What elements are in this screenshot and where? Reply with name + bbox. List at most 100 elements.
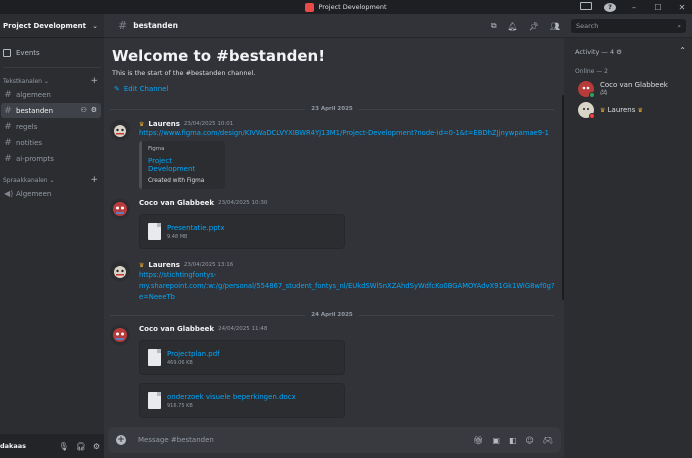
hash-icon: # [4, 121, 12, 132]
file-attachment[interactable]: onderzoek visuele beperkingen.docx 916.7… [139, 383, 345, 418]
avatar[interactable] [110, 325, 130, 345]
voice-channel-algemeen[interactable]: ◀) Algemeen [1, 186, 101, 201]
window-title-text: Project Development [318, 3, 387, 11]
title-bar: Project Development ? – ☐ ✕ [0, 0, 692, 14]
online-header: Online — 2 [575, 68, 608, 75]
server-header[interactable]: Project Development ⌄ [0, 14, 104, 38]
file-attachment[interactable]: Projectplan.pdf 469.06 KB [139, 340, 345, 375]
search-placeholder: Search [576, 22, 599, 30]
edit-channel-link[interactable]: ✎ Edit Channel [114, 85, 168, 93]
hash-icon: # [4, 153, 12, 164]
inbox-icon[interactable] [580, 2, 592, 12]
file-name[interactable]: Projectplan.pdf [167, 350, 220, 358]
channel-ai-prompts[interactable]: # ai-prompts [1, 151, 101, 166]
message-composer[interactable]: + Message #bestanden 🎁︎ ▣ ◧ ☺ 🎮︎ [108, 427, 561, 453]
chevron-down-icon: ⌄ [43, 77, 49, 85]
document-icon [148, 392, 161, 409]
category-text-channels[interactable]: Tekstkanalen ⌄ + [0, 76, 104, 86]
file-name[interactable]: onderzoek visuele beperkingen.docx [167, 393, 296, 401]
welcome-subtitle: This is the start of the #bestanden chan… [112, 69, 256, 77]
message-timestamp: 23/04/2025 13:16 [183, 262, 234, 268]
activity-icon: 🎮︎ [600, 89, 608, 96]
hash-icon: # [4, 89, 12, 100]
user-panel: dakaas 🎙︎ 🎧︎ ⚙ [0, 434, 104, 458]
close-button[interactable]: ✕ [676, 3, 688, 12]
bell-icon[interactable]: 🔔︎ [508, 22, 518, 31]
channel-label: bestanden [16, 106, 54, 115]
threads-icon[interactable]: ⧉ [491, 21, 497, 31]
activity-label: Activity — 4 [575, 48, 615, 56]
dnd-status-icon [589, 113, 595, 119]
microphone-icon[interactable]: 🎙︎ [59, 442, 69, 451]
headphones-icon[interactable]: 🎧︎ [76, 442, 86, 451]
edit-channel-label: Edit Channel [123, 85, 169, 93]
window-title: Project Development [305, 2, 387, 12]
chevron-up-icon[interactable]: ⌃ [679, 46, 686, 55]
message-author[interactable]: Coco van Glabbeek [139, 199, 214, 207]
document-icon [148, 349, 161, 366]
channel-label: notities [16, 138, 43, 147]
member-list: Activity — 4 ⚙ ⌃ Online — 2 Coco van Gla… [564, 38, 692, 458]
channel-label: ai-prompts [16, 154, 54, 163]
speaker-icon: ◀) [4, 189, 14, 198]
settings-icon[interactable]: ⚙ [91, 106, 97, 114]
add-channel-icon[interactable]: + [90, 76, 98, 86]
search-icon: ⌕ [677, 21, 681, 30]
crown-icon: ♛ [139, 120, 145, 128]
message-link[interactable]: my.sharepoint.com/:w:/g/personal/554867_… [139, 281, 555, 291]
file-name[interactable]: Presentatie.pptx [167, 224, 225, 232]
pin-icon[interactable]: 📌︎ [529, 22, 539, 31]
channel-sidebar: Project Development ⌄ Events Tekstkanale… [0, 14, 104, 458]
chevron-down-icon: ⌄ [49, 176, 55, 184]
avatar[interactable] [110, 120, 130, 140]
add-attachment-icon[interactable]: + [116, 435, 126, 445]
message-author[interactable]: Coco van Glabbeek [139, 325, 214, 333]
help-icon[interactable]: ? [604, 2, 616, 12]
file-attachment[interactable]: Presentatie.pptx 9.48 MB [139, 214, 345, 249]
message-link[interactable]: e=NeeeTb [139, 292, 175, 302]
channel-bestanden[interactable]: # bestanden ⚇ ⚙ [1, 103, 101, 118]
member-list-icon[interactable]: 👥︎ [550, 22, 560, 31]
emoji-icon[interactable]: ☺ [526, 436, 534, 445]
message-link[interactable]: https://www.figma.com/design/KIVWaDCLVYX… [139, 128, 549, 138]
message: Coco van Glabbeek 24/04/2025 11:48 Proje… [110, 325, 550, 420]
maximize-button[interactable]: ☐ [652, 3, 664, 12]
embed-title[interactable]: Project Development [148, 157, 219, 173]
gear-icon[interactable]: ⚙ [93, 442, 100, 451]
hash-icon: # [4, 105, 12, 116]
events-button[interactable]: Events [0, 46, 104, 60]
avatar[interactable] [110, 261, 130, 281]
file-size: 9.48 MB [167, 234, 188, 240]
channel-regels[interactable]: # regels [1, 119, 101, 134]
username[interactable]: dakaas [0, 442, 59, 450]
member-name: Laurens [607, 106, 636, 114]
minimize-button[interactable]: – [628, 3, 640, 12]
crown-icon: ♛ [139, 261, 145, 269]
message-timestamp: 24/04/2025 11:48 [218, 326, 268, 332]
avatar[interactable] [110, 199, 130, 219]
member-item[interactable]: ♛ Laurens ♛ [578, 102, 643, 120]
file-size: 916.75 KB [167, 403, 193, 409]
gift-icon[interactable]: 🎁︎ [473, 436, 483, 445]
add-channel-icon[interactable]: + [90, 175, 98, 185]
events-label: Events [16, 49, 40, 57]
channel-algemeen[interactable]: # algemeen [1, 87, 101, 102]
settings-icon[interactable]: ⚙ [616, 48, 622, 56]
sticker-icon[interactable]: ◧ [509, 436, 517, 445]
message-author[interactable]: Laurens [148, 120, 180, 128]
message-input[interactable]: Message #bestanden [138, 436, 473, 444]
gif-icon[interactable]: ▣ [492, 436, 500, 445]
message-author[interactable]: Laurens [148, 261, 180, 269]
member-item[interactable]: Coco van Glabbeek 🎮︎ [578, 81, 668, 99]
category-voice-channels[interactable]: Spraakkanalen ⌄ + [0, 175, 104, 185]
message-link[interactable]: https://stichtingfontys- [139, 270, 216, 280]
activity-header: Activity — 4 ⚙ [575, 48, 622, 56]
link-embed: Figma Project Development Created with F… [139, 141, 225, 189]
category-label: Tekstkanalen [3, 77, 42, 85]
embed-description: Created with Figma [148, 178, 205, 184]
message-timestamp: 23/04/2025 10:30 [218, 200, 268, 206]
invite-icon[interactable]: ⚇ [80, 106, 86, 114]
apps-icon[interactable]: 🎮︎ [543, 436, 553, 445]
channel-notities[interactable]: # notities [1, 135, 101, 150]
search-input[interactable]: Search ⌕ [571, 19, 686, 33]
